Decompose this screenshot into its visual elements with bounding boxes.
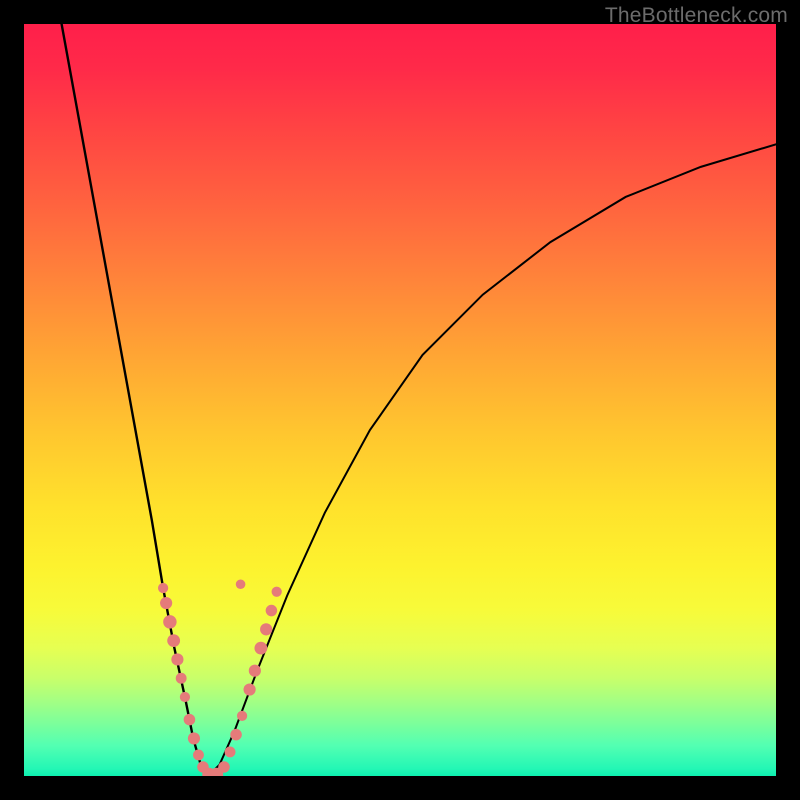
curve-marker [236, 579, 246, 589]
curve-marker [184, 714, 196, 726]
curve-marker [244, 683, 256, 695]
curve-marker [260, 623, 272, 635]
curve-marker [188, 732, 200, 744]
curve-marker [180, 692, 190, 702]
curve-marker [163, 615, 176, 628]
curve-marker [225, 747, 236, 758]
chart-svg [24, 24, 776, 776]
curve-marker [176, 673, 187, 684]
outer-frame: TheBottleneck.com [0, 0, 800, 800]
curve-marker [167, 634, 180, 647]
plot-area [24, 24, 776, 776]
curve-marker [218, 761, 230, 773]
curve-marker [272, 587, 282, 597]
curve-left-branch [62, 24, 209, 776]
curve-marker [160, 597, 172, 609]
curve-marker [171, 653, 183, 665]
marker-group [158, 579, 282, 776]
curve-marker [266, 605, 278, 617]
curve-marker [158, 583, 168, 593]
curve-marker [193, 750, 204, 761]
curve-marker [230, 729, 242, 741]
curve-right-branch [208, 144, 776, 776]
curve-marker [249, 665, 261, 677]
curve-marker [237, 711, 247, 721]
curve-marker [254, 642, 267, 655]
watermark-text: TheBottleneck.com [605, 4, 788, 28]
